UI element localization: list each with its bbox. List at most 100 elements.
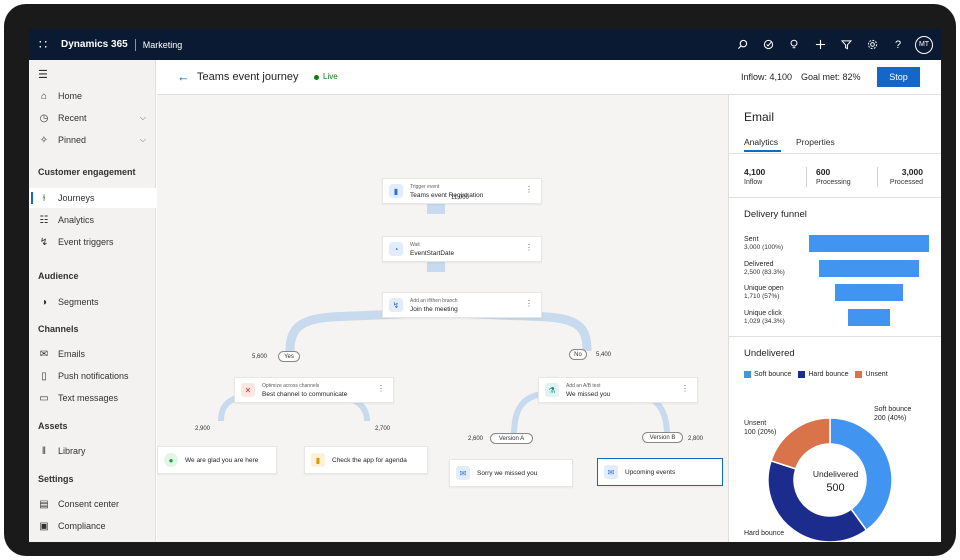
sidebar-item-label: Recent xyxy=(58,113,87,123)
sidebar-item-label: Segments xyxy=(58,297,99,307)
library-icon: ‖ xyxy=(41,445,47,457)
nav-section-title: Customer engagement xyxy=(38,167,136,177)
journey-node-ab-test[interactable]: ⚗ Add an A/B test We missed you ⋮ xyxy=(538,377,698,403)
journey-node-push-notification[interactable]: ▮ Check the app for agenda xyxy=(304,446,428,474)
sidebar-item-recent[interactable]: ◷ Recent ⌵ xyxy=(29,108,156,128)
stop-button[interactable]: Stop xyxy=(877,67,920,87)
sidebar-item-pinned[interactable]: ✧ Pinned ⌵ xyxy=(29,130,156,150)
sidebar-item-label: Pinned xyxy=(58,135,87,145)
node-name: Best channel to communicate xyxy=(262,390,348,398)
analytics-icon: ☷ xyxy=(39,214,49,226)
nav-section-title: Channels xyxy=(38,324,79,334)
whatsapp-icon: ● xyxy=(164,453,178,467)
funnel-bar[interactable] xyxy=(819,259,919,277)
clock-icon: ◷ xyxy=(39,112,49,124)
journey-icon: ⫮ xyxy=(42,192,46,204)
plus-icon[interactable] xyxy=(807,29,833,60)
status-badge: Live xyxy=(323,72,338,81)
lightbulb-icon[interactable] xyxy=(781,29,807,60)
funnel-bar[interactable] xyxy=(809,235,929,252)
journey-node-branch[interactable]: ↯ Add an if/then branch Join the meeting… xyxy=(382,292,542,318)
sidebar-item-label: Emails xyxy=(58,349,86,359)
sidebar-item-segments[interactable]: ◑ Segments xyxy=(29,292,156,312)
email-details-panel: Email Analytics Properties 4,100 Inflow … xyxy=(728,95,941,542)
gear-icon[interactable] xyxy=(859,29,885,60)
donut-slice-unsent[interactable] xyxy=(770,417,831,470)
funnel-bar[interactable] xyxy=(848,308,890,326)
flow-count: 2,900 xyxy=(195,426,211,432)
version-a-pill[interactable]: Version A xyxy=(490,433,533,444)
sidebar-item-label: Consent center xyxy=(58,499,120,509)
funnel-bar[interactable] xyxy=(834,284,904,301)
filter-icon[interactable] xyxy=(833,29,859,60)
sidebar-item-journeys[interactable]: ⫮ Journeys xyxy=(29,188,156,208)
chevron-down-icon[interactable]: ⌵ xyxy=(140,113,146,123)
help-icon[interactable]: ? xyxy=(885,29,911,60)
journey-node-whatsapp-message[interactable]: ● We are glad you are here xyxy=(157,446,277,474)
funnel-label-name: Unique click xyxy=(744,309,782,317)
branch-no-pill[interactable]: No xyxy=(569,349,587,360)
node-name: EventStartDate xyxy=(410,249,455,257)
sidebar-item-library[interactable]: ‖ Library xyxy=(29,441,156,461)
journey-node-wait[interactable]: ◔ Wait EventStartDate ⋮ xyxy=(382,236,542,262)
branch-icon: ↯ xyxy=(389,298,403,312)
more-options-icon[interactable]: ⋮ xyxy=(377,384,385,393)
more-options-icon[interactable]: ⋮ xyxy=(525,185,533,194)
funnel-label-name: Delivered xyxy=(744,260,774,268)
funnel-label-value: 2,500 (83.3%) xyxy=(744,268,785,276)
home-icon: ⌂ xyxy=(40,90,48,102)
sidebar-item-text-messages[interactable]: ▭ Text messages xyxy=(29,388,156,408)
hamburger-icon[interactable]: ☰ xyxy=(38,68,48,81)
flow-count: 2,700 xyxy=(375,426,391,432)
node-name: Upcoming events xyxy=(625,468,676,476)
sidebar: ☰ ⌂ Home ◷ Recent ⌵ ✧ Pinned ⌵ Customer … xyxy=(29,60,156,542)
more-options-icon[interactable]: ⋮ xyxy=(525,299,533,308)
funnel-label-value: 3,000 (100%) xyxy=(744,244,784,251)
sidebar-item-label: Push notifications xyxy=(58,371,129,381)
search-icon[interactable] xyxy=(729,29,755,60)
funnel-label-value: 1,029 (34.3%) xyxy=(744,317,785,325)
device-frame: ∷ Dynamics 365 Marketing ? MT ☰ ⌂ Home ◷… xyxy=(4,4,956,556)
sidebar-item-home[interactable]: ⌂ Home xyxy=(29,86,156,106)
branch-yes-pill[interactable]: Yes xyxy=(278,351,300,362)
app-launcher-icon[interactable]: ∷ xyxy=(29,29,57,60)
sidebar-item-label: Analytics xyxy=(58,215,95,225)
donut-center-value: 500 xyxy=(826,482,845,494)
mail-icon: ✉ xyxy=(456,466,470,480)
sidebar-item-emails[interactable]: ✉ Emails xyxy=(29,344,156,364)
sidebar-item-analytics[interactable]: ☷ Analytics xyxy=(29,210,156,230)
sidebar-item-push-notifications[interactable]: ▯ Push notifications xyxy=(29,366,156,386)
timer-icon: ◔ xyxy=(389,242,403,256)
sidebar-item-consent-center[interactable]: ▤ Consent center xyxy=(29,494,156,514)
goal-stat: Goal met: 82% xyxy=(801,72,861,82)
trigger-node-icon: ▮ xyxy=(389,184,403,198)
flow-count: 5,400 xyxy=(596,352,612,358)
node-name: We missed you xyxy=(566,390,611,398)
brand-name[interactable]: Dynamics 365 xyxy=(61,39,128,50)
goals-icon[interactable] xyxy=(755,29,781,60)
journey-header: ← Teams event journey Live Inflow: 4,100… xyxy=(157,60,941,95)
more-options-icon[interactable]: ⋮ xyxy=(681,384,689,393)
sidebar-item-compliance[interactable]: ▣ Compliance xyxy=(29,516,156,536)
avatar-button[interactable]: MT xyxy=(911,29,937,60)
sidebar-item-label: Journeys xyxy=(58,193,95,203)
funnel-row-label: Sent 3,000 (100%) xyxy=(744,236,783,251)
flow-count: 11,000 xyxy=(451,195,469,201)
chevron-down-icon[interactable]: ⌵ xyxy=(140,135,146,145)
sidebar-item-event-triggers[interactable]: ↯ Event triggers xyxy=(29,232,156,252)
funnel-label-name: Unique open xyxy=(744,285,784,292)
phone-icon: ▯ xyxy=(41,370,47,382)
sidebar-item-label: Library xyxy=(58,446,86,456)
journey-node-email-sorry[interactable]: ✉ Sorry we missed you xyxy=(449,459,573,487)
back-arrow-icon[interactable]: ← xyxy=(177,69,190,84)
funnel-row-label: Unique click 1,029 (34.3%) xyxy=(744,310,785,325)
nav-section-title: Audience xyxy=(38,271,79,281)
journey-node-optimize[interactable]: ✕ Optimize across channels Best channel … xyxy=(234,377,394,403)
flow-count: 2,800 xyxy=(688,436,704,442)
journey-node-email-upcoming[interactable]: ✉ Upcoming events xyxy=(597,458,723,486)
flask-icon: ⚗ xyxy=(545,383,559,397)
more-options-icon[interactable]: ⋮ xyxy=(525,243,533,252)
version-b-pill[interactable]: Version B xyxy=(642,432,683,443)
flow-count: 2,600 xyxy=(468,436,484,442)
journey-canvas[interactable]: ▮ Trigger event Teams event Registration… xyxy=(157,95,728,542)
